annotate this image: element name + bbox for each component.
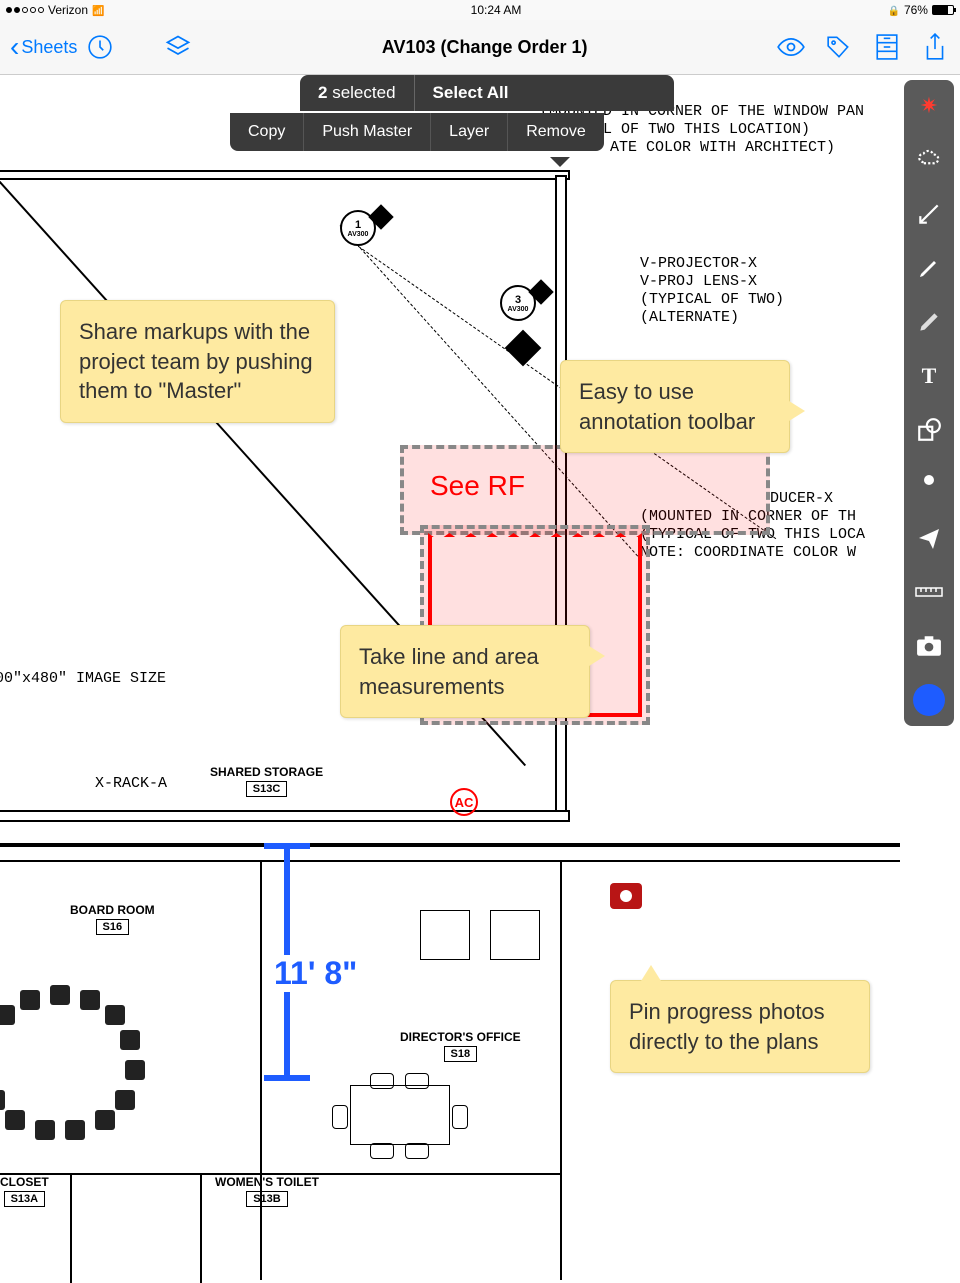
history-icon[interactable] <box>85 32 115 62</box>
ac-symbol: AC <box>450 788 478 816</box>
arrow-icon[interactable] <box>909 194 949 234</box>
marker-1[interactable]: 1AV300 <box>340 210 384 254</box>
callout-share-markups: Share markups with the project team by p… <box>60 300 335 423</box>
stamp-icon[interactable]: ✷ <box>909 86 949 126</box>
carrier-label: Verizon <box>48 3 88 17</box>
annotation-toolbar: ✷ T <box>904 80 954 726</box>
tag-icon[interactable] <box>824 32 854 62</box>
bp-label: (ALTERNATE) <box>640 309 739 326</box>
select-all-button[interactable]: Select All <box>415 75 527 111</box>
battery-icon <box>932 5 954 15</box>
text-icon[interactable]: T <box>909 356 949 396</box>
back-button[interactable]: ‹ Sheets <box>10 31 77 63</box>
room-label: CLOSET S13A <box>0 1175 49 1207</box>
remove-button[interactable]: Remove <box>508 113 604 151</box>
highlighter-icon[interactable] <box>909 302 949 342</box>
projector-symbol <box>505 330 542 367</box>
bp-label: 00"x480" IMAGE SIZE <box>0 670 166 687</box>
send-icon[interactable] <box>909 518 949 558</box>
bp-label: V-PROJ LENS-X <box>640 273 757 290</box>
marker-3[interactable]: 3AV300 <box>500 285 544 329</box>
layers-icon[interactable] <box>163 32 193 62</box>
room-label: WOMEN'S TOILET S13B <box>215 1175 319 1207</box>
color-dot[interactable] <box>909 680 949 720</box>
share-icon[interactable] <box>920 32 950 62</box>
callout-pin-photos: Pin progress photos directly to the plan… <box>610 980 870 1073</box>
bp-label: (TYPICAL OF TWO) <box>640 291 784 308</box>
page-title: AV103 (Change Order 1) <box>193 37 776 58</box>
status-bar: Verizon 10:24 AM 76% <box>0 0 960 20</box>
orientation-lock-icon <box>888 3 900 17</box>
bp-label: V-PROJECTOR-X <box>640 255 757 272</box>
status-time: 10:24 AM <box>471 3 522 17</box>
ruler-icon[interactable] <box>909 572 949 612</box>
wifi-icon <box>92 3 104 17</box>
back-label: Sheets <box>21 37 77 58</box>
photo-pin[interactable] <box>610 883 642 909</box>
copy-button[interactable]: Copy <box>230 113 304 151</box>
callout-measurements: Take line and area measurements <box>340 625 590 718</box>
bp-label: NOTE: COORDINATE COLOR W <box>640 544 856 561</box>
chevron-left-icon: ‹ <box>10 31 19 63</box>
room-label: BOARD ROOM S16 <box>70 903 155 935</box>
pencil-icon[interactable] <box>909 248 949 288</box>
shape-icon[interactable] <box>909 410 949 450</box>
see-rf-label: See RF <box>430 470 525 502</box>
cloud-icon[interactable] <box>909 140 949 180</box>
filing-icon[interactable] <box>872 32 902 62</box>
camera-icon[interactable] <box>909 626 949 666</box>
push-master-button[interactable]: Push Master <box>304 113 431 151</box>
measurement-value: 11' 8" <box>270 955 361 992</box>
bp-label: X-RACK-A <box>95 775 167 792</box>
eye-icon[interactable] <box>776 32 806 62</box>
bp-label: DUCER-X <box>770 490 833 507</box>
pin-icon[interactable] <box>909 464 949 504</box>
selection-toolbar: 2 selected Select All Copy Push Master L… <box>300 75 674 151</box>
signal-dots <box>6 7 44 13</box>
nav-bar: ‹ Sheets AV103 (Change Order 1) <box>0 20 960 75</box>
callout-annotation-toolbar: Easy to use annotation toolbar <box>560 360 790 453</box>
battery-percent: 76% <box>904 3 928 17</box>
selection-count: 2 selected <box>300 75 415 111</box>
board-room-chairs <box>0 985 170 1135</box>
room-label: SHARED STORAGE S13C <box>210 765 323 797</box>
room-label: DIRECTOR'S OFFICE S18 <box>400 1030 521 1062</box>
layer-button[interactable]: Layer <box>431 113 508 151</box>
